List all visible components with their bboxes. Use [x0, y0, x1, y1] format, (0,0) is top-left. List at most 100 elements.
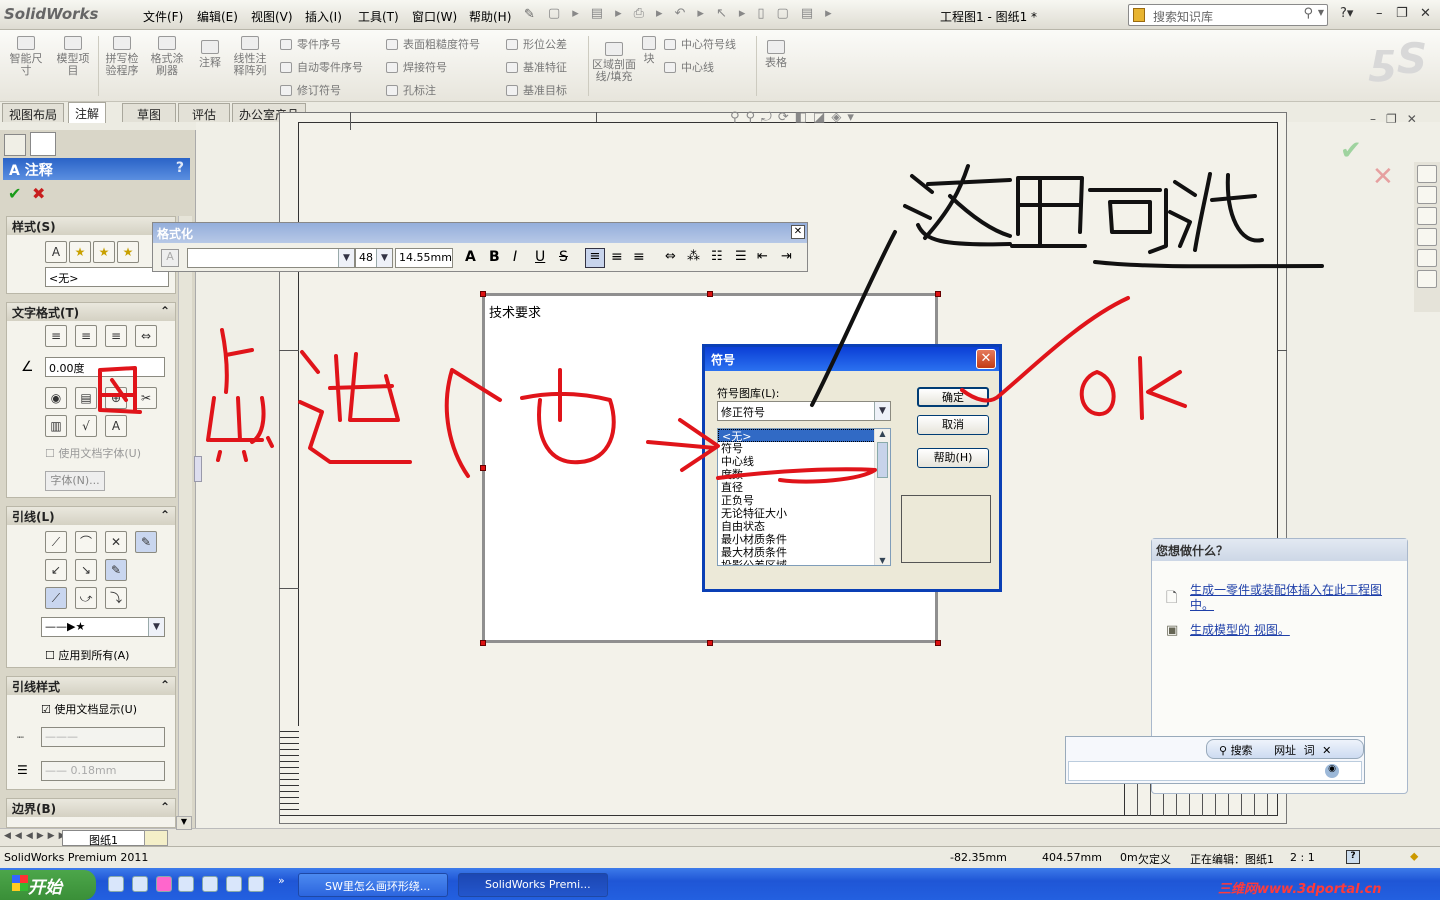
symbol-list-item[interactable]: 无论特征大小 — [718, 507, 890, 520]
solidworks-quicklaunch-icon[interactable] — [156, 876, 172, 892]
tab-sketch[interactable]: 草图 — [122, 103, 176, 122]
symbol-listbox[interactable]: <无> 符号 中心线 度数 直径 正负号 无论特征大小 自由状态 最小材质条件 最大材质条件 投影公… — [717, 428, 891, 566]
search-tool-icon[interactable] — [248, 876, 264, 892]
ok-button[interactable]: 确定 — [917, 387, 989, 407]
feature-tree-tab-icon[interactable] — [4, 134, 26, 156]
symbol-list-item[interactable]: 符号 — [718, 442, 890, 455]
indent-icon[interactable]: ⇥ — [781, 249, 792, 264]
add-symbol-icon[interactable]: ⊕ — [105, 387, 127, 409]
menu-window[interactable]: 窗口(W) — [412, 8, 457, 25]
restore-icon[interactable]: ❐ — [1396, 6, 1408, 21]
section-header[interactable]: 文字格式(T) ⌃ — [7, 303, 175, 321]
menu-help[interactable]: 帮助(H) — [469, 8, 511, 25]
use-doc-font-checkbox[interactable]: ☐ 使用文档字体(U) — [45, 445, 141, 461]
heads-up-view-toolbar[interactable]: ⚲⚲⤾⟳◧◪◈▾ — [730, 110, 860, 125]
symbol-list-item[interactable]: 投影公差区域 — [718, 559, 890, 565]
leader-straight-icon[interactable]: ⟋ — [45, 531, 67, 553]
browser-icon[interactable] — [132, 876, 148, 892]
status-scale[interactable]: 2 : 1 — [1290, 851, 1315, 864]
bold-button[interactable]: B — [489, 249, 500, 265]
style-add-icon[interactable]: A — [45, 241, 67, 263]
chart-icon[interactable] — [178, 876, 194, 892]
note-handle[interactable] — [935, 291, 941, 297]
panel-splitter-handle[interactable] — [194, 456, 202, 482]
ime-toolbar[interactable]: ⚲ 搜索 网址 词 ✕ — [1206, 739, 1364, 759]
section-header[interactable]: 边界(B) ⌃ — [7, 799, 175, 817]
table-button[interactable]: 表格 — [760, 40, 792, 69]
app-logo[interactable]: SolidWorks — [4, 5, 98, 23]
datum-target-button[interactable]: 基准目标 — [506, 82, 567, 98]
justify-icon[interactable]: ⇔ — [135, 325, 157, 347]
taskbar-item-solidworks[interactable]: SolidWorks Premi... — [458, 873, 608, 897]
insert-hyperlink-icon[interactable]: ◉ — [45, 387, 67, 409]
scroll-down-icon[interactable]: ▼ — [176, 816, 192, 830]
auto-balloon-button[interactable]: 自动零件序号 — [280, 59, 363, 75]
listbox-scrollbar[interactable]: ▲ ▼ — [874, 429, 890, 565]
bullets-icon[interactable]: ☷ — [711, 249, 723, 264]
line-style-select[interactable]: ——— — [41, 727, 165, 747]
angle-field[interactable]: 0.00度 — [45, 357, 165, 377]
note-handle[interactable] — [935, 640, 941, 646]
align-right-icon[interactable]: ≡ — [633, 249, 645, 265]
pin-icon[interactable]: ✎ — [524, 7, 535, 22]
symbol-list-item[interactable]: 直径 — [718, 481, 890, 494]
leader-underline-icon[interactable]: ⤵ — [105, 587, 127, 609]
font-family-select[interactable]: ▼ — [187, 248, 355, 268]
insert-part-link[interactable]: 生成一零件或装配体插入在此工程图中。 — [1190, 583, 1402, 613]
knowledge-search-input[interactable]: 搜索知识库 ⚲ ▼ — [1128, 4, 1328, 26]
pm-ok-check-icon[interactable]: ✔ — [8, 184, 21, 203]
surface-finish-icon[interactable]: √ — [75, 415, 97, 437]
menu-edit[interactable]: 编辑(E) — [197, 8, 238, 25]
leader-bent-attach-icon[interactable]: ⤻ — [75, 587, 97, 609]
dropdown-arrow-icon[interactable]: ▼ — [376, 249, 392, 267]
drawing-window-controls[interactable]: –❐✕ — [1370, 112, 1427, 126]
font-button[interactable]: 字体(N)... — [45, 471, 105, 491]
collapse-icon[interactable]: ⌃ — [160, 304, 170, 318]
confirm-corner-check-icon[interactable]: ✔ — [1340, 136, 1362, 166]
ime-word-button[interactable]: 词 — [1304, 744, 1315, 757]
apply-to-all-checkbox[interactable]: ☐ 应用到所有(A) — [45, 647, 129, 663]
minimize-icon[interactable]: – — [1376, 6, 1383, 21]
lock-hide-icon[interactable]: ✂ — [135, 387, 157, 409]
sheet-nav-arrows-icon[interactable]: ◀◀◀▶▶▶ — [4, 831, 70, 841]
collapse-icon[interactable]: ⌃ — [160, 508, 170, 522]
align-center-icon[interactable]: ≡ — [75, 325, 97, 347]
leader-right-icon[interactable]: ↘ — [75, 559, 97, 581]
note-handle[interactable] — [480, 640, 486, 646]
ime-close-icon[interactable]: ✕ — [1322, 744, 1331, 757]
dropdown-arrow-icon[interactable]: ▼ — [338, 249, 354, 267]
formatting-close-icon[interactable]: ✕ — [791, 225, 805, 239]
formatting-title-bar[interactable]: 格式化 — [153, 223, 807, 243]
underline-button[interactable]: U — [535, 249, 545, 265]
use-doc-display-checkbox[interactable]: ☑ 使用文档显示(U) — [41, 701, 137, 717]
format-painter-button[interactable]: 格式涂刷器 — [147, 36, 187, 77]
dropdown-arrow-icon[interactable]: ▼ — [874, 402, 890, 420]
section-header[interactable]: 引线(L) ⌃ — [7, 507, 175, 525]
weld-symbol-button[interactable]: 焊接符号 — [386, 59, 447, 75]
leader-left-icon[interactable]: ↙ — [45, 559, 67, 581]
menu-view[interactable]: 视图(V) — [251, 8, 293, 25]
tab-annotation[interactable]: 注解 — [68, 102, 107, 123]
custom-properties-icon[interactable] — [1417, 270, 1437, 288]
style-new-star-icon[interactable]: ★ — [69, 241, 91, 263]
collapse-icon[interactable]: ⌃ — [160, 800, 170, 814]
auto-leader-icon[interactable]: ✎ — [135, 531, 157, 553]
gtol-icon[interactable]: ▥ — [45, 415, 67, 437]
align-center-icon[interactable]: ≡ — [611, 249, 623, 265]
help-button[interactable]: 帮助(H) — [917, 448, 989, 468]
datum-feature-icon[interactable]: A — [105, 415, 127, 437]
ime-input[interactable]: ◉ — [1068, 761, 1362, 781]
leader-straight-attach-icon[interactable]: ⟋ — [45, 587, 67, 609]
revision-symbol-button[interactable]: 修订符号 — [280, 82, 341, 98]
section-header[interactable]: 引线样式 ⌃ — [7, 677, 175, 695]
help-menu-icon[interactable]: ?▾ — [1340, 6, 1353, 21]
symbol-list-item[interactable]: <无> — [718, 429, 890, 443]
menu-file[interactable]: 文件(F) — [143, 8, 183, 25]
font-color-icon[interactable]: A — [161, 249, 179, 267]
search-dropdown-icon[interactable]: ▼ — [1318, 8, 1324, 17]
ime-url-button[interactable]: 网址 — [1274, 744, 1296, 757]
symbol-list-item[interactable]: 最小材质条件 — [718, 533, 890, 546]
scroll-up-icon[interactable]: ▲ — [875, 429, 890, 438]
model-view-link[interactable]: 生成模型的 视图。 — [1190, 623, 1290, 638]
symbol-list-item[interactable]: 自由状态 — [718, 520, 890, 533]
